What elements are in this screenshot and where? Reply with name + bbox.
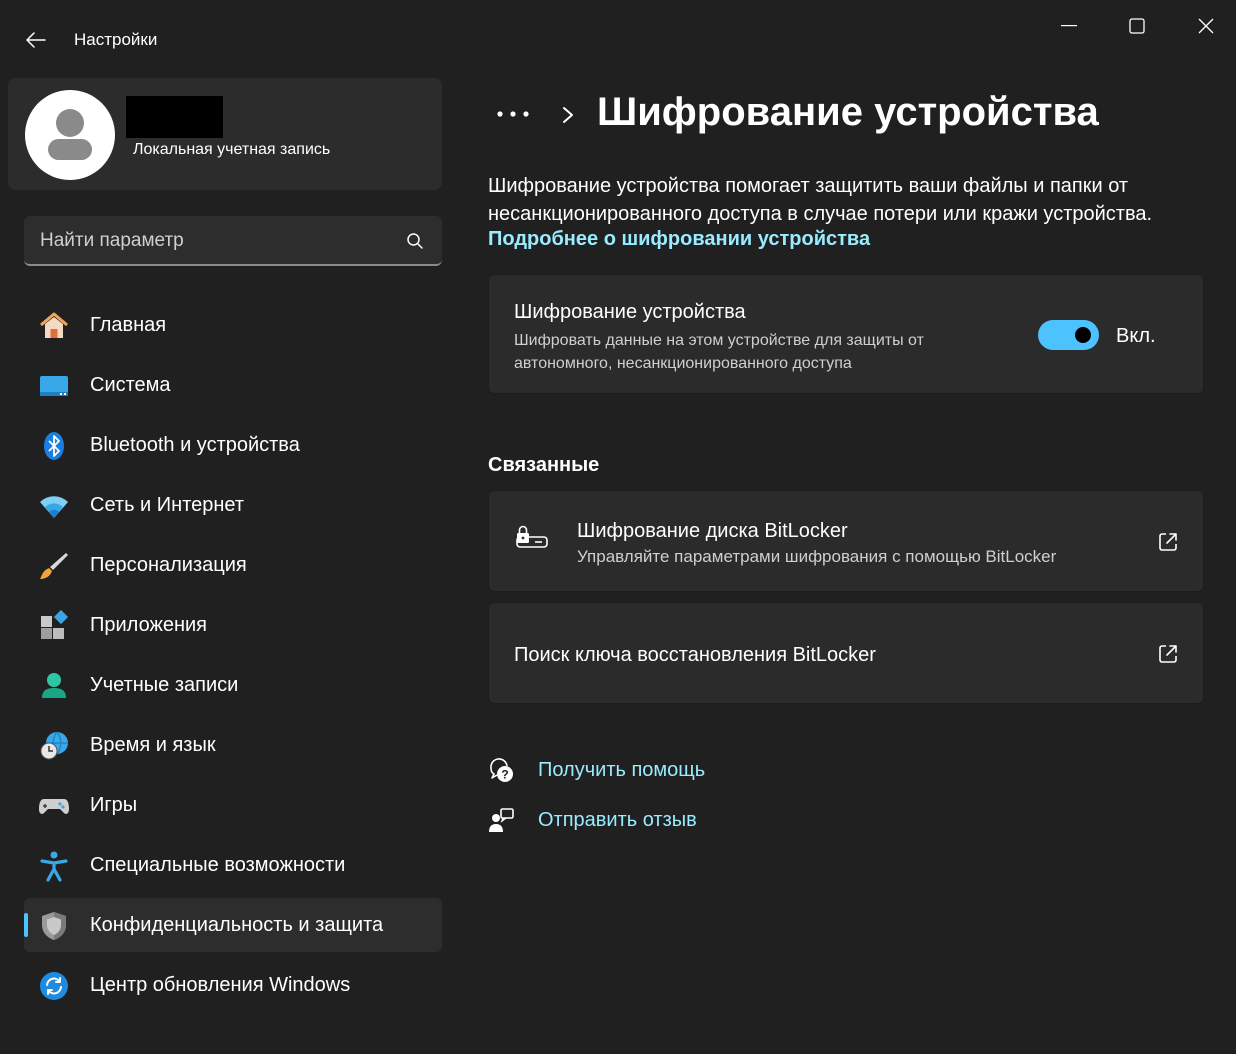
sidebar-item-label: Время и язык <box>90 734 216 756</box>
sidebar-item-label: Приложения <box>90 614 208 636</box>
app-title: Настройки <box>74 30 158 49</box>
sidebar-item-accessibility[interactable]: Специальные возможности <box>24 838 442 892</box>
bitlocker-drive-icon <box>516 525 548 548</box>
encryption-toggle[interactable] <box>1038 320 1099 350</box>
sidebar-item-privacy-security[interactable]: Конфиденциальность и защита <box>24 898 442 952</box>
toggle-state-label: Вкл. <box>1116 325 1156 347</box>
accessibility-icon <box>38 850 70 882</box>
sidebar-item-home[interactable]: Главная <box>24 298 442 352</box>
search-icon <box>407 233 423 249</box>
card-subtitle: Шифровать данные на этом устройстве для … <box>514 332 924 372</box>
back-button[interactable] <box>20 24 52 56</box>
person-icon <box>38 670 70 702</box>
feedback-icon <box>486 805 516 835</box>
device-encryption-card: Шифрование устройства Шифровать данные н… <box>488 274 1204 394</box>
sidebar-item-system[interactable]: Система <box>24 358 442 412</box>
bitlocker-card[interactable]: Шифрование диска BitLocker Управляйте па… <box>488 490 1204 592</box>
sidebar-nav: Главная Система Bluetooth и устройства С… <box>24 298 442 1018</box>
get-help-label: Получить помощь <box>538 759 706 781</box>
close-button[interactable] <box>1183 8 1229 44</box>
toggle-knob <box>1075 327 1091 343</box>
search-box[interactable] <box>24 216 442 266</box>
sidebar-item-label: Bluetooth и устройства <box>90 434 300 456</box>
account-type-label: Локальная учетная запись <box>133 141 331 158</box>
sidebar-item-label: Центр обновления Windows <box>90 974 351 996</box>
display-icon <box>38 370 70 402</box>
related-section-title: Связанные <box>488 454 600 476</box>
minimize-icon <box>1061 25 1077 27</box>
bluetooth-icon <box>38 430 70 462</box>
title-bar: Настройки <box>0 0 1236 72</box>
maximize-button[interactable] <box>1114 8 1160 44</box>
brush-icon <box>38 550 70 582</box>
maximize-icon <box>1129 18 1145 34</box>
external-link-icon <box>1159 645 1177 663</box>
home-icon <box>38 310 70 342</box>
get-help-link[interactable]: ? Получить помощь <box>486 755 705 785</box>
chevron-right-icon <box>563 107 573 123</box>
sidebar-item-label: Персонализация <box>90 554 247 576</box>
page-description: Шифрование устройства помогает защитить … <box>488 175 1153 225</box>
close-icon <box>1198 18 1214 34</box>
external-link-icon <box>1159 533 1177 551</box>
help-chat-icon: ? <box>486 755 516 785</box>
sidebar-item-label: Игры <box>90 794 138 816</box>
sidebar-item-label: Сеть и Интернет <box>90 494 245 516</box>
update-icon <box>38 970 70 1002</box>
card-subtitle: Управляйте параметрами шифрования с помо… <box>577 547 1057 566</box>
more-icon <box>497 111 529 117</box>
minimize-button[interactable] <box>1046 8 1092 44</box>
wifi-icon <box>38 490 70 522</box>
sidebar-item-time-language[interactable]: Время и язык <box>24 718 442 772</box>
learn-more-link[interactable]: Подробнее о шифровании устройства <box>488 228 870 251</box>
send-feedback-label: Отправить отзыв <box>538 809 697 831</box>
search-input[interactable] <box>40 228 380 254</box>
redacted-username <box>126 96 223 138</box>
card-title: Шифрование диска BitLocker <box>577 520 848 542</box>
shield-icon <box>38 910 70 942</box>
sidebar-item-label: Специальные возможности <box>90 854 346 876</box>
card-title: Шифрование устройства <box>514 301 746 323</box>
sidebar-item-apps[interactable]: Приложения <box>24 598 442 652</box>
sidebar-item-label: Система <box>90 374 171 396</box>
gamepad-icon <box>38 790 70 822</box>
sidebar-item-label: Учетные записи <box>90 674 239 696</box>
sidebar-item-label: Главная <box>90 314 167 336</box>
page-title: Шифрование устройства <box>597 90 1099 134</box>
sidebar-item-label: Конфиденциальность и защита <box>90 914 384 936</box>
sidebar-item-gaming[interactable]: Игры <box>24 778 442 832</box>
bitlocker-recovery-key-card[interactable]: Поиск ключа восстановления BitLocker <box>488 602 1204 704</box>
sidebar-item-bluetooth[interactable]: Bluetooth и устройства <box>24 418 442 472</box>
card-title: Поиск ключа восстановления BitLocker <box>514 644 876 666</box>
avatar <box>25 90 115 180</box>
breadcrumb-more-button[interactable] <box>492 100 534 128</box>
active-indicator <box>24 913 28 937</box>
sidebar-item-windows-update[interactable]: Центр обновления Windows <box>24 958 442 1012</box>
clock-globe-icon <box>38 730 70 762</box>
apps-icon <box>38 610 70 642</box>
back-arrow-icon <box>26 32 46 48</box>
sidebar-item-accounts[interactable]: Учетные записи <box>24 658 442 712</box>
sidebar-item-network[interactable]: Сеть и Интернет <box>24 478 442 532</box>
send-feedback-link[interactable]: Отправить отзыв <box>486 805 697 835</box>
sidebar-item-personalization[interactable]: Персонализация <box>24 538 442 592</box>
profile-card[interactable]: Локальная учетная запись <box>8 78 442 190</box>
svg-text:?: ? <box>501 768 508 782</box>
